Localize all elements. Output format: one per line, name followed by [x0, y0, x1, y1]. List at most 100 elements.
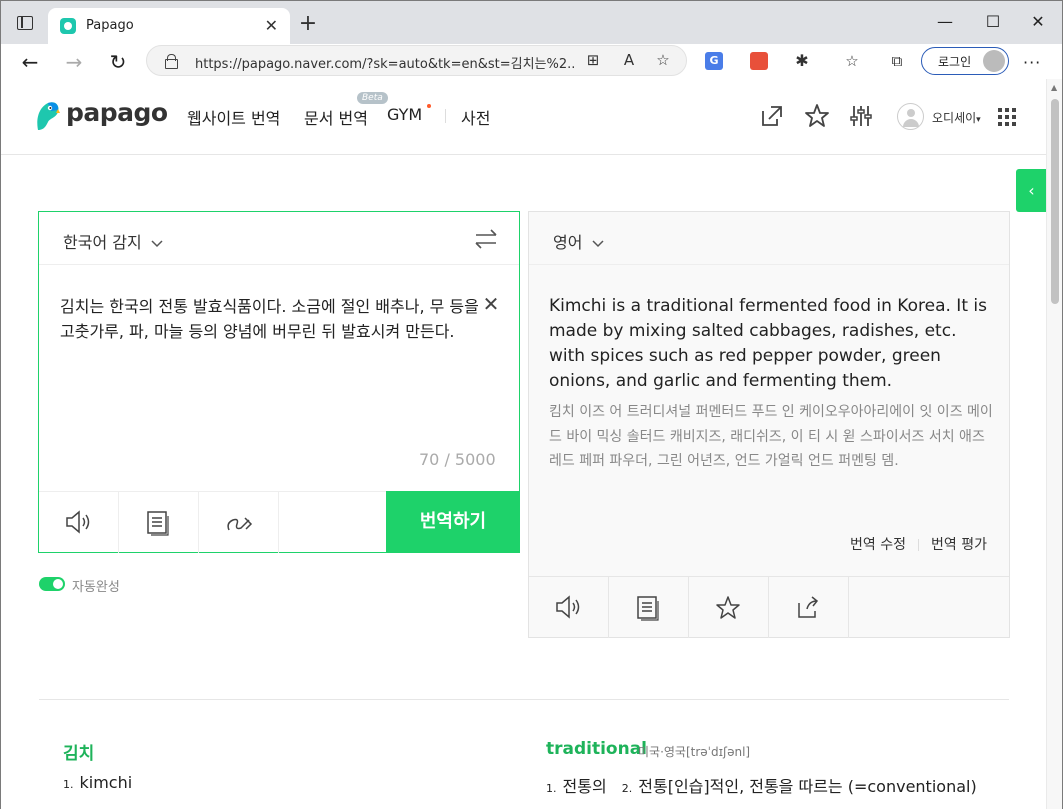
nav-dictionary[interactable]: 사전 [461, 105, 490, 129]
divider [918, 539, 920, 551]
translate-button[interactable]: 번역하기 [386, 491, 520, 553]
apps-grid-icon[interactable] [998, 108, 1016, 126]
profile-avatar [983, 50, 1005, 72]
app-available-icon[interactable]: ⊞ [583, 51, 603, 69]
lock-icon[interactable] [165, 54, 178, 69]
login-label: 로그인 [938, 55, 972, 69]
read-aloud-icon[interactable]: A [619, 51, 639, 69]
browser-titlebar: Papago ✕ + — ☐ ✕ [0, 0, 1063, 45]
user-avatar[interactable] [897, 103, 924, 130]
clear-text-icon[interactable]: ✕ [481, 294, 501, 314]
profile-login-button[interactable]: 로그인 [921, 47, 1009, 75]
scroll-up-icon[interactable]: ▲ [1051, 83, 1057, 92]
dictionary-source-word[interactable]: 김치 [63, 739, 94, 764]
autocomplete-toggle[interactable] [39, 577, 65, 591]
nav-gym[interactable]: GYM [387, 105, 422, 124]
handwriting-button[interactable] [119, 492, 199, 553]
target-panel: 영어 Kimchi is a traditional fermented foo… [528, 211, 1010, 638]
new-dot-badge [427, 104, 431, 108]
user-name-menu[interactable]: 오디세이▾ [932, 109, 981, 126]
tab-title: Papago [86, 18, 134, 33]
papago-logo-text[interactable]: papago [66, 98, 168, 127]
url-text[interactable]: https://papago.naver.com/?sk=auto&tk=en&… [195, 53, 575, 72]
tv-extension-icon[interactable] [750, 52, 768, 70]
source-toolbar: 번역하기 [39, 491, 520, 553]
tab-close-icon[interactable]: ✕ [265, 16, 278, 35]
star-icon [716, 596, 740, 619]
page-viewport: papago 웹사이트 번역 문서 번역 Beta GYM 사전 오디세이▾ ‹… [0, 79, 1063, 809]
browser-tab[interactable]: Papago ✕ [48, 8, 290, 45]
favorites-icon[interactable]: ☆ [843, 52, 861, 70]
translate-extension-icon[interactable]: G [705, 52, 723, 70]
dictionary-phonetic: 미국·영국[trəˈdɪʃənl] [638, 745, 751, 759]
dictionary-target-word[interactable]: traditional [546, 739, 647, 759]
listen-source-button[interactable] [39, 492, 119, 553]
favorites-star-icon[interactable] [804, 103, 830, 129]
speaker-icon [66, 510, 90, 534]
copy-button[interactable] [609, 577, 689, 638]
dictionary-source-definition: 1. kimchi [63, 773, 132, 792]
translation-result: Kimchi is a traditional fermented food i… [549, 296, 987, 391]
definition-text: 전통의 [562, 777, 607, 796]
papago-header: papago 웹사이트 번역 문서 번역 Beta GYM 사전 오디세이▾ [1, 79, 1047, 155]
back-button[interactable]: ← [16, 48, 44, 76]
source-panel: 한국어 감지 김치는 한국의 전통 발효식품이다. 소금에 절인 배추나, 무 … [38, 211, 520, 553]
source-text-input[interactable]: 김치는 한국의 전통 발효식품이다. 소금에 절인 배추나, 무 등을 고춧가루… [60, 294, 480, 344]
source-language-label: 한국어 감지 [63, 233, 142, 252]
link-button[interactable] [199, 492, 279, 553]
edit-translation-link[interactable]: 번역 수정 [850, 537, 906, 553]
share-icon [798, 596, 819, 618]
nav-website-translate[interactable]: 웹사이트 번역 [187, 105, 280, 129]
nav-document-translate[interactable]: 문서 번역 [304, 105, 368, 129]
definition-text: 전통[인습]적인, 전통을 따르는 (=conventional) [638, 777, 977, 796]
definition-number: 1. [546, 782, 557, 795]
share-translation-button[interactable] [769, 577, 849, 638]
chevron-down-icon [151, 240, 163, 248]
target-language-select[interactable]: 영어 [553, 229, 604, 253]
scroll-thumb[interactable] [1051, 99, 1059, 304]
copy-icon [637, 596, 659, 621]
share-icon[interactable] [759, 103, 785, 129]
autocomplete-label: 자동완성 [72, 580, 120, 595]
forward-button[interactable]: → [60, 48, 88, 76]
favorite-translation-button[interactable] [689, 577, 769, 638]
swap-languages-icon[interactable] [475, 228, 497, 250]
beta-badge: Beta [357, 92, 388, 104]
listen-target-button[interactable] [529, 577, 609, 638]
papago-logo-icon[interactable] [34, 100, 60, 132]
empty-tool-slot [279, 492, 359, 553]
divider [529, 264, 1009, 265]
minimize-button[interactable]: — [935, 12, 955, 31]
target-toolbar [529, 576, 1009, 638]
divider [39, 699, 1009, 700]
rate-translation-link[interactable]: 번역 평가 [931, 537, 987, 553]
new-tab-button[interactable]: + [297, 11, 319, 36]
user-name: 오디세이 [932, 111, 977, 125]
add-favorite-icon[interactable]: ☆ [653, 51, 673, 69]
collections-icon[interactable]: ⧉ [888, 52, 906, 70]
page-scrollbar[interactable]: ▲ [1046, 79, 1062, 809]
translation-actions: 번역 수정 번역 평가 [850, 534, 987, 554]
user-menu-caret-icon: ▾ [976, 115, 981, 125]
extensions-icon[interactable]: ✱ [793, 52, 811, 70]
notepad-icon [147, 511, 169, 536]
divider [39, 264, 519, 265]
source-language-select[interactable]: 한국어 감지 [63, 229, 163, 253]
browser-toolbar: ← → ↻ https://papago.naver.com/?sk=auto&… [0, 44, 1063, 79]
pronunciation-text: 킴치 이즈 어 트러디셔널 퍼멘터드 푸드 인 케이오우아아리에이 잇 이즈 메… [549, 404, 993, 469]
speaker-icon [556, 595, 580, 619]
refresh-button[interactable]: ↻ [104, 48, 132, 76]
definition-number: 2. [621, 782, 633, 795]
tab-actions-icon[interactable] [17, 16, 33, 30]
side-panel-toggle[interactable]: ‹ [1016, 169, 1047, 212]
definition-number: 1. [63, 778, 74, 791]
maximize-button[interactable]: ☐ [983, 12, 1003, 31]
close-window-button[interactable]: ✕ [1028, 12, 1048, 31]
settings-sliders-icon[interactable] [848, 103, 874, 129]
dictionary-target-definitions: 1. 전통의 2. 전통[인습]적인, 전통을 따르는 (=conventional… [546, 773, 977, 797]
definition-text[interactable]: kimchi [80, 773, 133, 792]
browser-menu-icon[interactable]: ··· [1023, 53, 1041, 72]
link-icon [227, 517, 253, 531]
nav-separator [445, 109, 446, 123]
address-bar[interactable]: https://papago.naver.com/?sk=auto&tk=en&… [146, 45, 687, 76]
